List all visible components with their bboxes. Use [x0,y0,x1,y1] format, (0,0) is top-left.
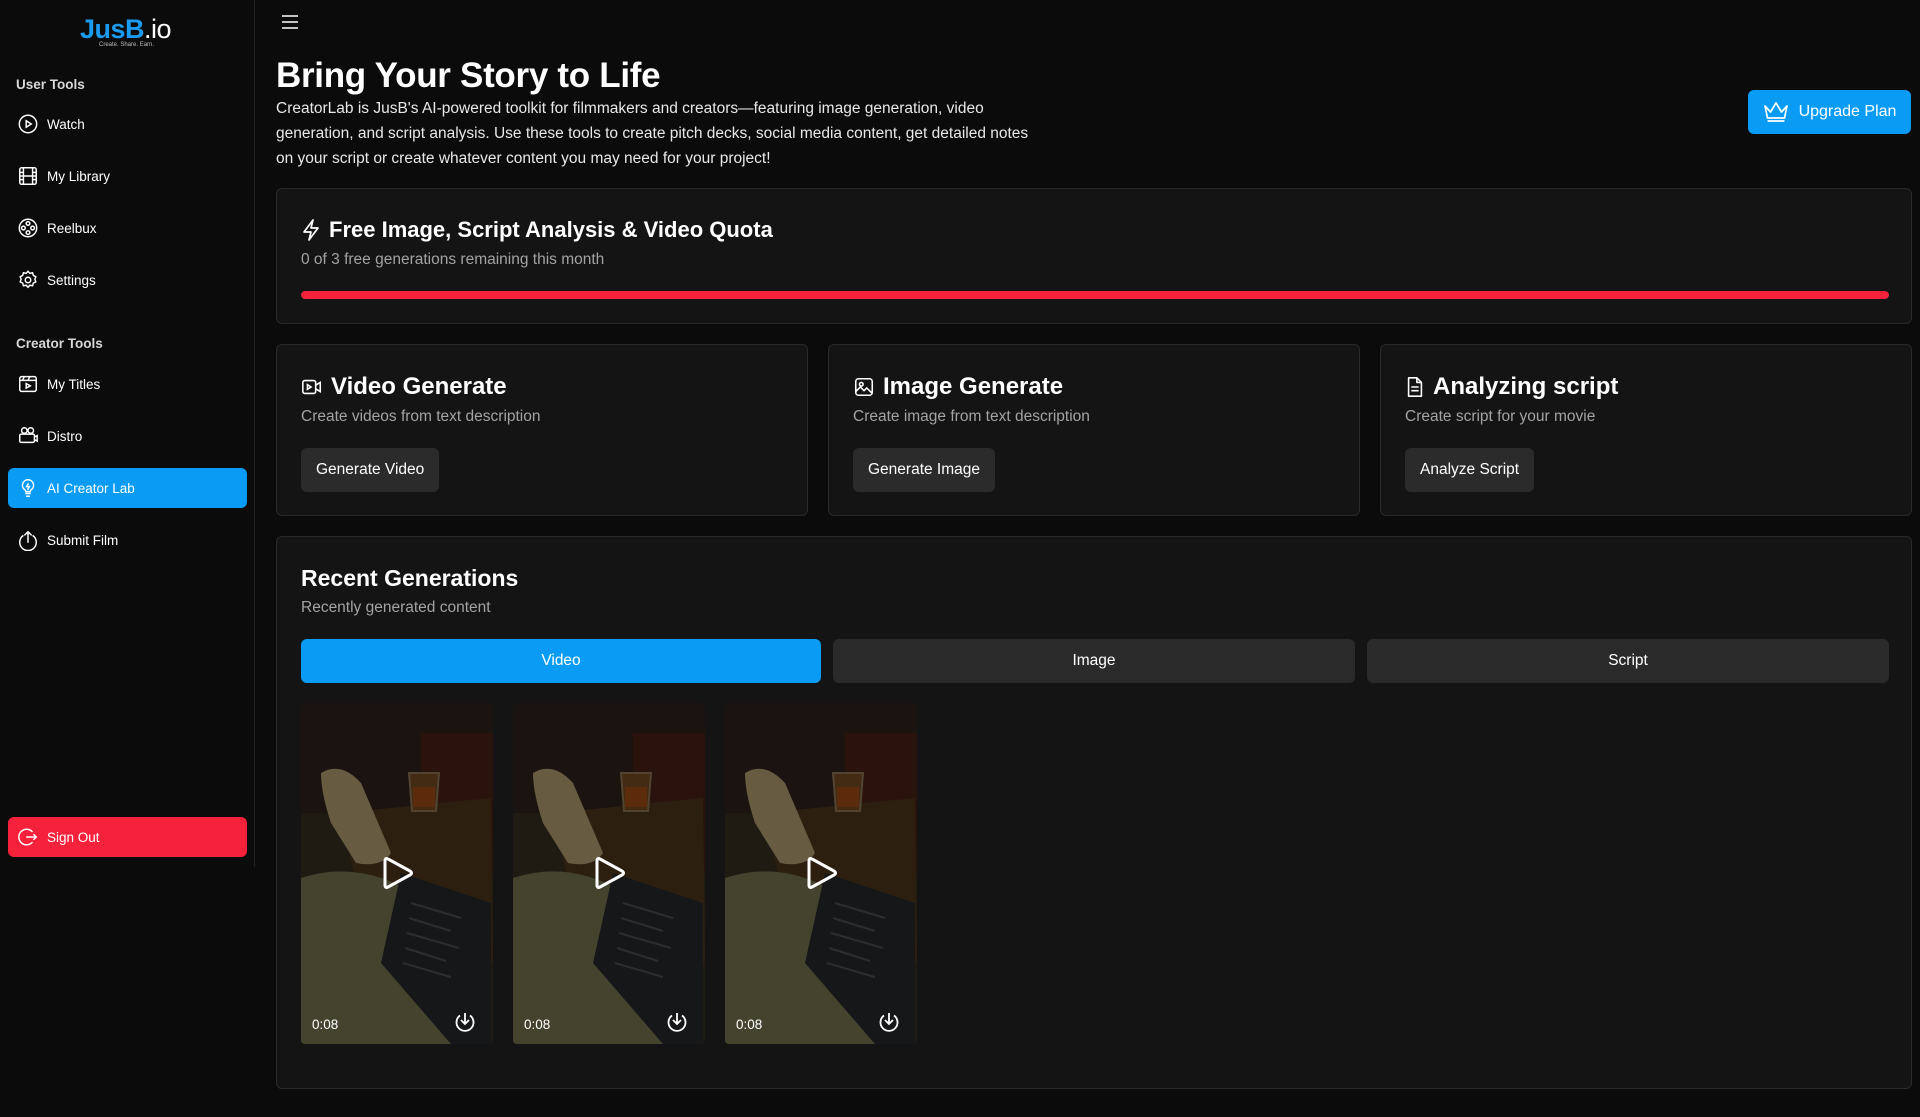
sign-out-label: Sign Out [47,829,100,845]
sidebar-item-label: My Titles [47,376,101,392]
sidebar-item-label: My Library [47,168,111,184]
download-icon[interactable] [453,1010,477,1034]
video-duration: 0:08 [736,1017,763,1032]
generate-video-button[interactable]: Generate Video [301,448,440,492]
quota-title: Free Image, Script Analysis & Video Quot… [329,217,773,242]
page-title: Bring Your Story to Life [276,56,661,95]
page-description: CreatorLab is JusB's AI-powered toolkit … [276,100,1029,167]
video-icon [17,373,39,395]
tab-video[interactable]: Video [301,639,821,683]
video-thumbnail[interactable]: 0:08 [301,703,493,1044]
quota-card: Free Image, Script Analysis & Video Quot… [276,188,1912,324]
sidebar-item-label: AI Creator Lab [47,480,135,496]
recent-title: Recent Generations [301,565,519,591]
creator-tools-title: Creator Tools [16,336,103,351]
sidebar-item-ai-creator-lab[interactable]: AI Creator Lab [8,468,247,508]
gear-icon [17,269,39,291]
recent-subtitle: Recently generated content [301,599,491,616]
sidebar-item-my-titles[interactable]: My Titles [8,364,247,404]
video-thumbnail[interactable]: 0:08 [513,703,705,1044]
tab-script[interactable]: Script [1367,639,1889,683]
sidebar-item-label: Watch [47,116,85,132]
user-tools-title: User Tools [16,77,85,92]
play-icon[interactable] [375,851,419,895]
play-icon[interactable] [799,851,843,895]
logo-tagline: Create. Share. Earn. [99,42,155,48]
download-icon[interactable] [665,1010,689,1034]
play-circle-icon [17,113,39,135]
sidebar: JusB.io Create. Share. Earn. User Tools … [0,0,255,867]
image-icon [854,377,874,397]
sign-out-button[interactable]: Sign Out [8,817,247,857]
sidebar-item-settings[interactable]: Settings [8,260,247,300]
crown-icon [1763,102,1788,122]
lightbulb-icon [17,477,39,499]
logo-suffix: .io [144,14,172,44]
play-icon[interactable] [587,851,631,895]
upload-icon [17,529,39,551]
sidebar-item-label: Reelbux [47,220,97,236]
analyze-script-card: Analyzing script Create script for your … [1380,344,1912,516]
hamburger-menu-icon[interactable] [280,12,300,32]
video-duration: 0:08 [312,1017,339,1032]
quota-subtitle: 0 of 3 free generations remaining this m… [301,251,605,268]
logo-name: JusB [80,14,145,44]
tab-image[interactable]: Image [833,639,1355,683]
video-duration: 0:08 [524,1017,551,1032]
film-icon [17,165,39,187]
logout-icon [17,826,39,848]
recent-generations-card: Recent Generations Recently generated co… [276,536,1912,1089]
sidebar-item-my-library[interactable]: My Library [8,156,247,196]
analyze-script-title: Analyzing script [1433,373,1619,400]
lightning-icon [303,219,319,241]
video-generate-title: Video Generate [331,373,507,400]
sidebar-item-distro[interactable]: Distro [8,416,247,456]
analyze-script-subtitle: Create script for your movie [1405,408,1596,425]
document-icon [1407,377,1423,397]
video-generate-subtitle: Create videos from text description [301,408,541,425]
generate-image-button[interactable]: Generate Image [853,448,996,492]
projector-icon [17,425,39,447]
video-generate-card: Video Generate Create videos from text d… [276,344,808,516]
upgrade-plan-button[interactable]: Upgrade Plan [1748,90,1911,134]
download-icon[interactable] [877,1010,901,1034]
image-generate-title: Image Generate [883,373,1064,400]
analyze-script-button[interactable]: Analyze Script [1405,448,1535,492]
video-camera-icon [302,379,322,395]
sidebar-item-label: Submit Film [47,532,119,548]
sidebar-item-watch[interactable]: Watch [8,104,247,144]
upgrade-plan-label: Upgrade Plan [1798,103,1897,120]
sidebar-item-label: Distro [47,428,83,444]
sidebar-item-submit-film[interactable]: Submit Film [8,520,247,560]
video-thumbnail[interactable]: 0:08 [725,703,917,1044]
quota-progress-fill [301,291,1889,299]
film-reel-icon [17,217,39,239]
image-generate-card: Image Generate Create image from text de… [828,344,1360,516]
image-generate-subtitle: Create image from text description [853,408,1090,425]
sidebar-item-reelbux[interactable]: Reelbux [8,208,247,248]
quota-progress-bar [301,291,1889,299]
logo[interactable]: JusB.io Create. Share. Earn. [80,14,180,52]
sidebar-item-label: Settings [47,272,96,288]
